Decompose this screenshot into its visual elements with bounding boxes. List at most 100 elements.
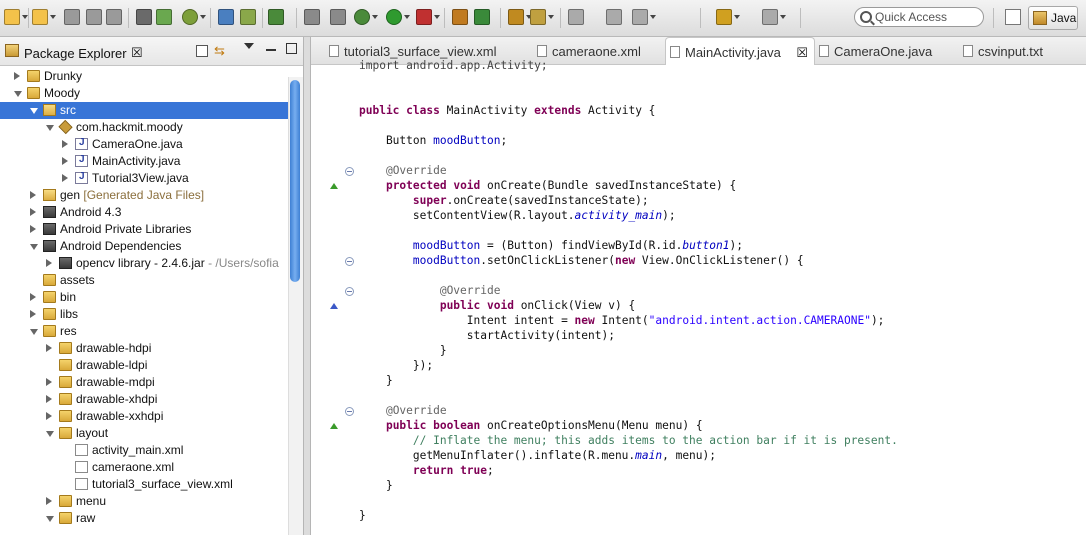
run-icon[interactable]	[386, 9, 402, 25]
back-icon[interactable]	[716, 9, 732, 25]
tree-item[interactable]: Android Dependencies	[0, 238, 288, 255]
explorer-scrollbar-thumb[interactable]	[290, 80, 300, 282]
tree-item[interactable]: Android 4.3	[0, 204, 288, 221]
editor-tab[interactable]: CameraOne.java	[815, 37, 953, 64]
collapse-arrow-icon[interactable]	[46, 378, 52, 386]
collapse-arrow-icon[interactable]	[62, 174, 68, 182]
maximize-icon[interactable]	[286, 43, 297, 54]
tree-item[interactable]: drawable-xhdpi	[0, 391, 288, 408]
new-wizard-icon[interactable]	[32, 9, 48, 25]
device-icon[interactable]	[240, 9, 256, 25]
expand-arrow-icon[interactable]	[46, 125, 54, 131]
collapse-arrow-icon[interactable]	[46, 259, 52, 267]
expand-arrow-icon[interactable]	[30, 329, 38, 335]
dropdown-arrow-icon[interactable]	[434, 15, 440, 19]
tree-item[interactable]: Drunky	[0, 68, 288, 85]
tree-item[interactable]: drawable-ldpi	[0, 357, 288, 374]
tree-item[interactable]: drawable-hdpi	[0, 340, 288, 357]
collapse-arrow-icon[interactable]	[14, 72, 20, 80]
external-tools-icon[interactable]	[416, 9, 432, 25]
tasks-icon[interactable]	[304, 9, 320, 25]
dropdown-arrow-icon[interactable]	[734, 15, 740, 19]
skip-breakpoints-icon[interactable]	[330, 9, 346, 25]
tree-item[interactable]: menu	[0, 493, 288, 510]
collapse-arrow-icon[interactable]	[30, 208, 36, 216]
dropdown-arrow-icon[interactable]	[404, 15, 410, 19]
collapse-arrow-icon[interactable]	[46, 497, 52, 505]
dropdown-arrow-icon[interactable]	[200, 15, 206, 19]
open-type-icon[interactable]	[508, 9, 524, 25]
tree-item[interactable]: gen [Generated Java Files]	[0, 187, 288, 204]
dropdown-arrow-icon[interactable]	[50, 15, 56, 19]
dropdown-arrow-icon[interactable]	[650, 15, 656, 19]
save-all-icon[interactable]	[86, 9, 102, 25]
tree-item[interactable]: raw	[0, 510, 288, 527]
tree-item[interactable]: src	[0, 102, 288, 119]
tree-item[interactable]: opencv library - 2.4.6.jar - /Users/sofi…	[0, 255, 288, 272]
new-class-icon[interactable]	[474, 9, 490, 25]
collapse-arrow-icon[interactable]	[46, 412, 52, 420]
tree-item[interactable]: Tutorial3View.java	[0, 170, 288, 187]
collapse-arrow-icon[interactable]	[30, 225, 36, 233]
forward-icon[interactable]	[762, 9, 778, 25]
view-divider[interactable]	[303, 37, 311, 535]
collapse-arrow-icon[interactable]	[46, 395, 52, 403]
tree-item[interactable]: res	[0, 323, 288, 340]
tree-item[interactable]: layout	[0, 425, 288, 442]
tree-item[interactable]: com.hackmit.moody	[0, 119, 288, 136]
android-icon[interactable]	[182, 9, 198, 25]
tree-item[interactable]: libs	[0, 306, 288, 323]
expand-arrow-icon[interactable]	[30, 244, 38, 250]
collapse-arrow-icon[interactable]	[30, 293, 36, 301]
search-icon[interactable]	[530, 9, 546, 25]
dropdown-arrow-icon[interactable]	[372, 15, 378, 19]
collapse-all-icon[interactable]	[196, 45, 208, 57]
override-marker-icon[interactable]	[330, 423, 338, 429]
open-perspective-icon[interactable]	[1005, 9, 1021, 25]
tree-item[interactable]: Android Private Libraries	[0, 221, 288, 238]
collapse-arrow-icon[interactable]	[62, 140, 68, 148]
new-java-project-icon[interactable]	[452, 9, 468, 25]
print-icon[interactable]	[106, 9, 122, 25]
dropdown-arrow-icon[interactable]	[780, 15, 786, 19]
tree-item[interactable]: tutorial3_surface_view.xml	[0, 476, 288, 493]
editor-tab[interactable]: MainActivity.java ☒	[665, 37, 815, 65]
expand-arrow-icon[interactable]	[46, 516, 54, 522]
minimize-icon[interactable]	[266, 49, 276, 51]
view-menu-icon[interactable]	[244, 43, 254, 49]
next-annotation-icon[interactable]	[632, 9, 648, 25]
collapse-arrow-icon[interactable]	[46, 344, 52, 352]
new-icon[interactable]	[4, 9, 20, 25]
tree-item[interactable]: bin	[0, 289, 288, 306]
tree-item[interactable]: drawable-xxhdpi	[0, 408, 288, 425]
expand-arrow-icon[interactable]	[46, 431, 54, 437]
tree-item[interactable]: CameraOne.java	[0, 136, 288, 153]
quick-access-field[interactable]: Quick Access	[854, 7, 984, 27]
close-view-icon[interactable]: ☒	[131, 45, 143, 61]
save-icon[interactable]	[64, 9, 80, 25]
prev-annotation-icon[interactable]	[606, 9, 622, 25]
tree-item[interactable]: cameraone.xml	[0, 459, 288, 476]
fold-toggle-icon[interactable]	[345, 167, 354, 176]
link-with-editor-icon[interactable]: ⇆	[214, 43, 225, 59]
tree-item[interactable]: activity_main.xml	[0, 442, 288, 459]
checkbox-icon[interactable]	[268, 9, 284, 25]
collapse-arrow-icon[interactable]	[30, 310, 36, 318]
binary-icon[interactable]	[136, 9, 152, 25]
tree-item[interactable]: drawable-mdpi	[0, 374, 288, 391]
collapse-arrow-icon[interactable]	[30, 191, 36, 199]
sdk-manager-icon[interactable]	[156, 9, 172, 25]
implements-marker-icon[interactable]	[330, 303, 338, 309]
fold-toggle-icon[interactable]	[345, 287, 354, 296]
override-marker-icon[interactable]	[330, 183, 338, 189]
annotation-icon[interactable]	[568, 9, 584, 25]
java-perspective-button[interactable]: Java	[1028, 6, 1078, 30]
dropdown-arrow-icon[interactable]	[548, 15, 554, 19]
collapse-arrow-icon[interactable]	[62, 157, 68, 165]
expand-arrow-icon[interactable]	[30, 108, 38, 114]
close-tab-icon[interactable]: ☒	[796, 45, 808, 61]
editor-tab[interactable]: csvinput.txt	[959, 37, 1085, 64]
fold-toggle-icon[interactable]	[345, 257, 354, 266]
expand-arrow-icon[interactable]	[14, 91, 22, 97]
tree-item[interactable]: assets	[0, 272, 288, 289]
